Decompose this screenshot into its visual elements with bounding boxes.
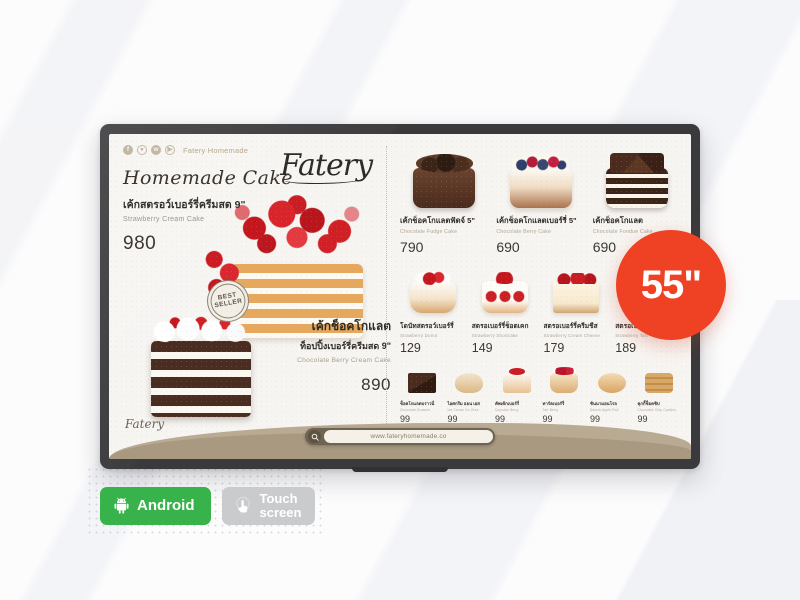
featured-thai-line2: ท็อปปิ้งเบอร์รี่ครีมสด 9" bbox=[300, 341, 391, 351]
item-thai-name: สตรอเบอร์รี่ช็อตเคก bbox=[471, 323, 529, 330]
android-badge[interactable]: Android bbox=[100, 487, 211, 525]
item-english-name: Strawberry Shortcake bbox=[471, 333, 518, 338]
touchscreen-badge[interactable]: Touch screen bbox=[221, 487, 316, 525]
item-english-name: Chocolate Berry Cake bbox=[496, 229, 552, 235]
featured-price: 890 bbox=[361, 375, 391, 394]
item-thai-name: ช็อคโกแลตบราวนี่ bbox=[400, 401, 435, 406]
featured-chocolate-cake[interactable]: เค้กช็อคโกแลต ท็อปปิ้งเบอร์รี่ครีมสด 9" … bbox=[123, 303, 391, 421]
url-text[interactable]: www.fateryhomemade.co bbox=[324, 430, 493, 443]
item-english-name: Cupcake Berry bbox=[495, 408, 519, 412]
item-thai-name: เค้กช็อคโกแลต bbox=[592, 216, 643, 225]
touchscreen-badge-label: Touch screen bbox=[260, 492, 302, 520]
touchscreen-label-line2: screen bbox=[259, 504, 302, 520]
featured-english-name: Chocolate Berry Cream Cake bbox=[297, 357, 391, 364]
hero-english-name: Strawberry Cream Cake bbox=[123, 216, 205, 223]
item-thai-name: โดนัทสตรอว์เบอร์รี่ bbox=[400, 323, 454, 330]
twitter-icon[interactable]: w bbox=[151, 145, 161, 155]
tv-screen: f ● w ▶ Fatery Homemade Fatery Homemade … bbox=[109, 134, 691, 459]
item-price: 179 bbox=[543, 341, 565, 355]
brand-handle: Fatery Homemade bbox=[183, 145, 249, 155]
facebook-icon[interactable]: f bbox=[123, 145, 133, 155]
item-price: 189 bbox=[615, 341, 637, 355]
item-english-name: Strawberry Cream Cheese bbox=[543, 333, 601, 338]
menu-item[interactable]: สตรอเบอร์รี่ช็อตเคก Strawberry Shortcake… bbox=[472, 265, 538, 355]
item-thumbnail bbox=[638, 367, 682, 395]
menu-left-panel: f ● w ▶ Fatery Homemade Fatery Homemade … bbox=[109, 134, 391, 459]
item-price: 790 bbox=[400, 239, 424, 255]
screen-size-badge: 55" bbox=[616, 230, 726, 340]
item-thai-name: คุกกี้ช็อคชิป bbox=[637, 401, 660, 406]
item-thai-name: ไอศกรีม ออน เอส bbox=[447, 401, 480, 406]
item-english-name: Chocolate Brownie bbox=[400, 408, 431, 412]
youtube-icon[interactable]: ▶ bbox=[165, 145, 175, 155]
touchscreen-label-line1: Touch bbox=[259, 491, 298, 506]
footer-fatery-logo: Fatery bbox=[125, 417, 165, 431]
hero-price: 980 bbox=[123, 233, 157, 254]
item-thumbnail bbox=[472, 265, 538, 315]
item-thumbnail bbox=[400, 367, 444, 395]
touch-hand-icon bbox=[235, 496, 250, 513]
android-icon bbox=[114, 498, 129, 514]
url-search-bar[interactable]: www.fateryhomemade.co bbox=[305, 428, 495, 445]
item-thumbnail bbox=[543, 367, 587, 395]
feature-badges: Android Touch screen bbox=[100, 487, 316, 525]
menu-item[interactable]: สตรอเบอร์รี่ครีมชีส Strawberry Cream Che… bbox=[544, 265, 610, 355]
search-icon[interactable] bbox=[308, 430, 321, 443]
item-english-name: Ice Cream On Oreo bbox=[447, 408, 479, 412]
hero-thai-name: เค้กสตรอว์เบอร์รี่ครีมสด 9" bbox=[123, 199, 246, 211]
item-price: 149 bbox=[471, 341, 493, 355]
item-thai-name: คัพเค้กเบอร์รี่ bbox=[495, 401, 520, 406]
item-thai-name: เค้กช็อคโกแลตเบอร์รี่ 5" bbox=[496, 216, 577, 225]
chocolate-cake-layers bbox=[151, 341, 251, 417]
item-thai-name: ทาร์ตเบอร์รี่ bbox=[542, 401, 565, 406]
chocolate-cake-topping bbox=[147, 315, 255, 343]
item-thumbnail bbox=[400, 148, 488, 210]
featured-chocolate-text: เค้กช็อคโกแลต ท็อปปิ้งเบอร์รี่ครีมสด 9" … bbox=[257, 317, 391, 395]
hero-title: Homemade Cake bbox=[123, 167, 293, 189]
item-thai-name: ชินนามอนโรล bbox=[590, 401, 617, 406]
item-thumbnail bbox=[496, 148, 584, 210]
item-thai-name: สตรอเบอร์รี่ครีมชีส bbox=[543, 323, 598, 330]
item-price: 129 bbox=[400, 341, 421, 355]
item-thumbnail bbox=[495, 367, 539, 395]
menu-item[interactable]: โดนัทสตรอว์เบอร์รี่ Strawberry Donut 129 bbox=[400, 265, 466, 355]
android-badge-label: Android bbox=[137, 497, 195, 515]
menu-footer-band: Fatery www.fateryhomemade.co bbox=[109, 413, 691, 459]
item-thumbnail bbox=[593, 148, 681, 210]
instagram-icon[interactable]: ● bbox=[137, 145, 147, 155]
item-english-name: Chocolate Chip Cookies bbox=[637, 408, 677, 412]
item-thumbnail bbox=[400, 265, 466, 315]
tv-stand bbox=[352, 467, 448, 472]
featured-thai-line1: เค้กช็อคโกแลต bbox=[311, 319, 391, 333]
item-price: 690 bbox=[496, 239, 520, 255]
item-thumbnail bbox=[448, 367, 492, 395]
chocolate-cake-image bbox=[145, 313, 259, 417]
item-thumbnail bbox=[590, 367, 634, 395]
item-thumbnail bbox=[544, 265, 610, 315]
item-english-name: Strawberry Donut bbox=[400, 333, 438, 338]
item-english-name: Danish Apple Roll bbox=[590, 408, 619, 412]
item-english-name: Tart Berry bbox=[542, 408, 559, 412]
menu-item[interactable]: เค้กช็อคโกแลตฟัดจ์ 5" Chocolate Fudge Ca… bbox=[400, 148, 488, 255]
tv-display-frame: f ● w ▶ Fatery Homemade Fatery Homemade … bbox=[100, 124, 700, 472]
menu-item[interactable]: เค้กช็อคโกแลตเบอร์รี่ 5" Chocolate Berry… bbox=[496, 148, 584, 255]
item-english-name: Chocolate Fudge Cake bbox=[400, 229, 458, 235]
panel-divider bbox=[386, 146, 388, 446]
item-thai-name: เค้กช็อคโกแลตฟัดจ์ 5" bbox=[400, 216, 475, 225]
